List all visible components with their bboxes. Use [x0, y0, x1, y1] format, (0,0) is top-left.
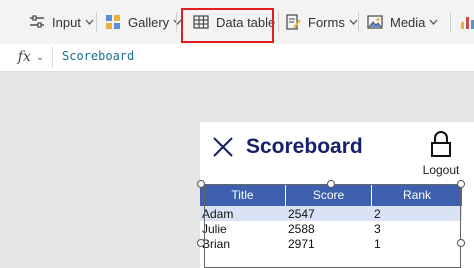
data-table-highlight	[181, 8, 274, 43]
fx-label: fx	[17, 49, 31, 65]
chart-icon	[458, 13, 474, 31]
table-row[interactable]: Julie 2588 3	[200, 221, 462, 236]
ribbon-divider	[176, 12, 177, 32]
resize-handle[interactable]	[327, 180, 335, 188]
ribbon-divider	[278, 12, 279, 32]
chevron-down-icon	[85, 19, 94, 25]
screen-title: Scoreboard	[246, 135, 363, 158]
chevron-down-icon	[349, 19, 358, 25]
column-header[interactable]: Rank	[372, 184, 462, 206]
table-cell: 2971	[288, 236, 315, 251]
image-icon	[366, 13, 384, 31]
resize-handle[interactable]	[197, 180, 205, 188]
resize-handle[interactable]	[457, 180, 465, 188]
fx-button[interactable]: fx ⌄	[10, 46, 53, 68]
input-menu[interactable]: Input	[28, 8, 94, 36]
table-cell: Julie	[202, 221, 227, 236]
chevron-down-icon: ⌄	[35, 51, 45, 63]
table-cell: 2588	[288, 221, 315, 236]
forms-icon	[284, 13, 302, 31]
forms-label: Forms	[308, 14, 345, 30]
lock-icon	[431, 131, 451, 157]
input-label: Input	[52, 14, 81, 30]
column-header[interactable]: Title	[200, 184, 286, 206]
formula-input[interactable]: Scoreboard	[62, 49, 134, 63]
table-cell: 3	[374, 221, 381, 236]
logout-button[interactable]: Logout	[418, 130, 464, 177]
media-menu[interactable]: Media	[366, 8, 438, 36]
table-cell: Adam	[202, 206, 234, 221]
forms-menu[interactable]: Forms	[284, 8, 358, 36]
logout-label: Logout	[422, 163, 460, 177]
table-row[interactable]: Brian 2971 1	[200, 236, 462, 251]
charts-menu[interactable]	[458, 8, 474, 36]
ribbon-divider	[358, 12, 359, 32]
table-cell: Brian	[202, 236, 231, 251]
table-row[interactable]: Adam 2547 2	[200, 206, 462, 221]
formula-bar: fx ⌄ Scoreboard	[0, 44, 474, 72]
table-cell: 2547	[288, 206, 315, 221]
gallery-label: Gallery	[128, 14, 170, 30]
input-icon	[28, 13, 46, 31]
close-icon[interactable]	[212, 136, 234, 158]
gallery-icon	[104, 13, 122, 31]
chevron-down-icon	[429, 19, 438, 25]
media-label: Media	[390, 14, 426, 30]
ribbon-divider	[450, 12, 451, 32]
gallery-menu[interactable]: Gallery	[104, 8, 182, 36]
data-table[interactable]: Title Score Rank Adam 2547 2 Julie 2588 …	[200, 184, 462, 251]
resize-handle[interactable]	[457, 239, 465, 247]
resize-handle[interactable]	[197, 239, 205, 247]
scoreboard-screen: Scoreboard Logout Title Score Rank Adam …	[200, 122, 474, 268]
table-cell: 2	[374, 206, 381, 221]
ribbon-divider	[96, 12, 97, 32]
table-cell: 1	[374, 236, 381, 251]
